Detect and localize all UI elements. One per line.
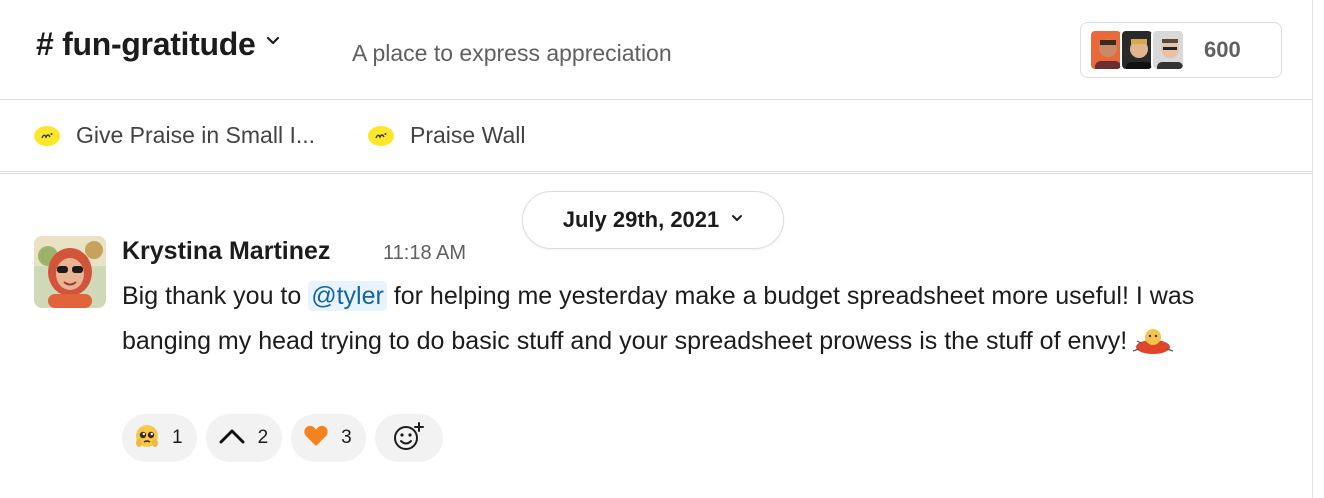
member-avatar-1	[1089, 29, 1123, 71]
caret-up-emoji	[218, 426, 246, 451]
date-divider-button[interactable]: July 29th, 2021	[522, 191, 784, 249]
pleading-face-emoji	[134, 423, 160, 454]
message-text-start: Big thank you to	[122, 282, 309, 310]
bookmark-label: Praise Wall	[410, 122, 526, 148]
praise-icon	[34, 125, 60, 146]
party-blob-emoji[interactable]	[1131, 325, 1175, 370]
bookmark-give-praise[interactable]: Give Praise in Small I...	[34, 122, 315, 149]
avatar[interactable]	[34, 236, 106, 308]
message-timestamp[interactable]: 11:18 AM	[383, 242, 466, 265]
member-count: 600	[1204, 37, 1241, 62]
orange-heart-emoji	[303, 424, 329, 453]
bookmark-praise-wall[interactable]: Praise Wall	[368, 122, 525, 149]
reaction-count: 2	[257, 427, 269, 448]
chevron-down-icon	[266, 33, 280, 51]
member-list-button[interactable]: 600	[1080, 22, 1282, 78]
reaction-caret-up[interactable]: 2	[205, 414, 283, 462]
bookmark-label: Give Praise in Small I...	[76, 122, 316, 148]
channel-name: # fun-gratitude	[36, 26, 256, 62]
channel-header: # fun-gratitude A place to express appre…	[0, 0, 1312, 100]
add-reaction-button[interactable]	[374, 414, 443, 462]
praise-icon	[368, 125, 394, 146]
reaction-orange-heart[interactable]: 3	[291, 414, 366, 462]
channel-name-button[interactable]: # fun-gratitude	[36, 26, 280, 63]
scrollbar-track[interactable]	[1312, 0, 1313, 498]
add-emoji-icon	[393, 421, 425, 456]
bookmarks-bar: Give Praise in Small I... Praise Wall	[0, 100, 1312, 174]
chevron-down-icon	[731, 210, 743, 228]
date-label: July 29th, 2021	[562, 207, 720, 232]
message-sender[interactable]: Krystina Martinez	[122, 237, 330, 266]
reaction-count: 1	[172, 427, 183, 448]
reactions-bar: 1 2 3	[122, 414, 452, 462]
message-text: Big thank you to @tyler for helping me y…	[122, 274, 1282, 370]
user-mention[interactable]: @tyler	[308, 281, 387, 311]
reaction-pleading-face[interactable]: 1	[122, 414, 197, 462]
member-avatar-3	[1151, 29, 1185, 71]
member-avatar-2	[1120, 29, 1154, 71]
reaction-count: 3	[341, 427, 352, 448]
channel-topic[interactable]: A place to express appreciation	[352, 40, 672, 67]
